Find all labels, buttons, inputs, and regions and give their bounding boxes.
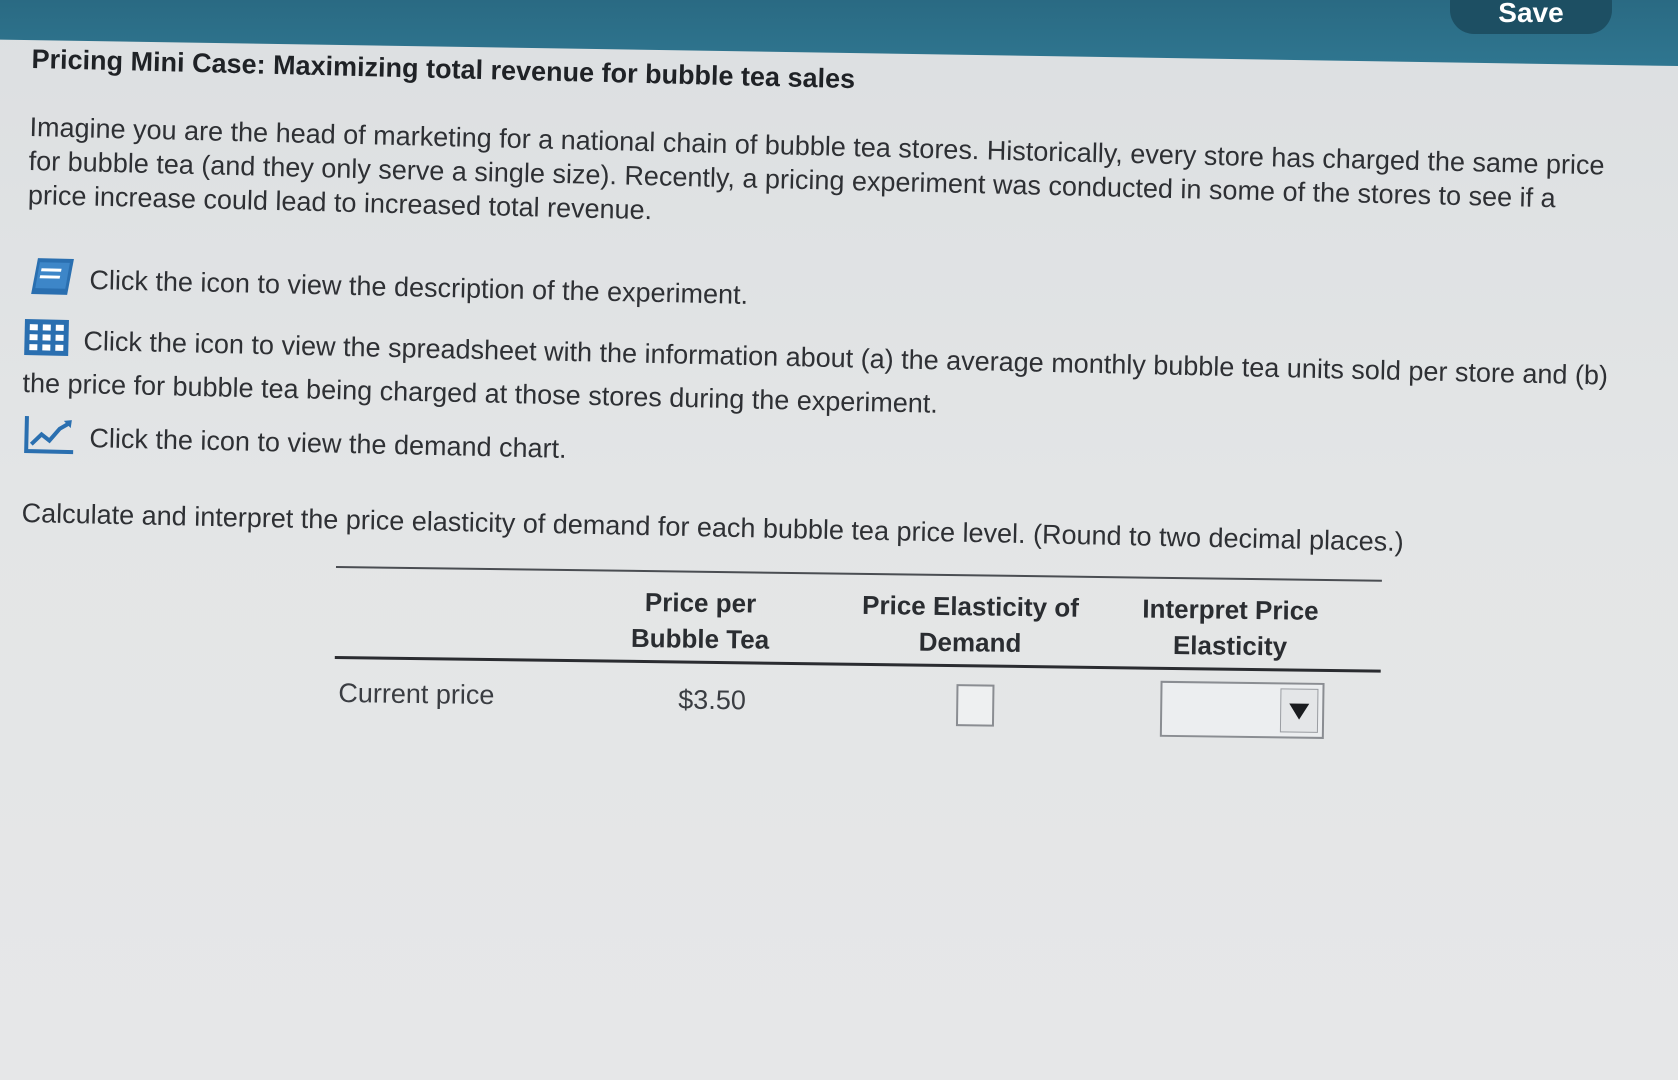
elasticity-table: Price per Bubble Tea Price Elasticity of… bbox=[334, 566, 1382, 739]
table-rule-top bbox=[335, 566, 1382, 582]
interpret-dropdown[interactable] bbox=[1159, 680, 1325, 739]
book-icon[interactable] bbox=[29, 256, 76, 306]
row-label: Current price bbox=[338, 678, 495, 711]
experiment-description-link[interactable]: Click the icon to view the description o… bbox=[89, 265, 748, 310]
header-price: Price per Bubble Tea bbox=[630, 587, 770, 655]
header-elasticity: Price Elasticity of Demand bbox=[861, 589, 1080, 658]
main-content: Pricing Mini Case: Maximizing total reve… bbox=[0, 0, 1678, 1080]
instructions: Calculate and interpret the price elasti… bbox=[21, 498, 1404, 557]
header-interpret: Interpret Price Elasticity bbox=[1142, 593, 1319, 662]
spreadsheet-icon[interactable] bbox=[23, 318, 70, 366]
demand-chart-row: Click the icon to view the demand chart. bbox=[23, 414, 567, 475]
elasticity-input[interactable] bbox=[955, 684, 995, 727]
chart-icon[interactable] bbox=[23, 414, 76, 464]
dropdown-arrow-button[interactable] bbox=[1279, 688, 1319, 733]
demand-chart-link[interactable]: Click the icon to view the demand chart. bbox=[89, 423, 567, 464]
intro-paragraph: Imagine you are the head of marketing fo… bbox=[27, 111, 1605, 226]
row-price: $3.50 bbox=[678, 684, 747, 716]
spreadsheet-link[interactable]: Click the icon to view the spreadsheet w… bbox=[22, 326, 1608, 419]
chevron-down-icon bbox=[1289, 703, 1310, 720]
page-title: Pricing Mini Case: Maximizing total reve… bbox=[31, 44, 856, 95]
experiment-description-row: Click the icon to view the description o… bbox=[29, 256, 749, 321]
